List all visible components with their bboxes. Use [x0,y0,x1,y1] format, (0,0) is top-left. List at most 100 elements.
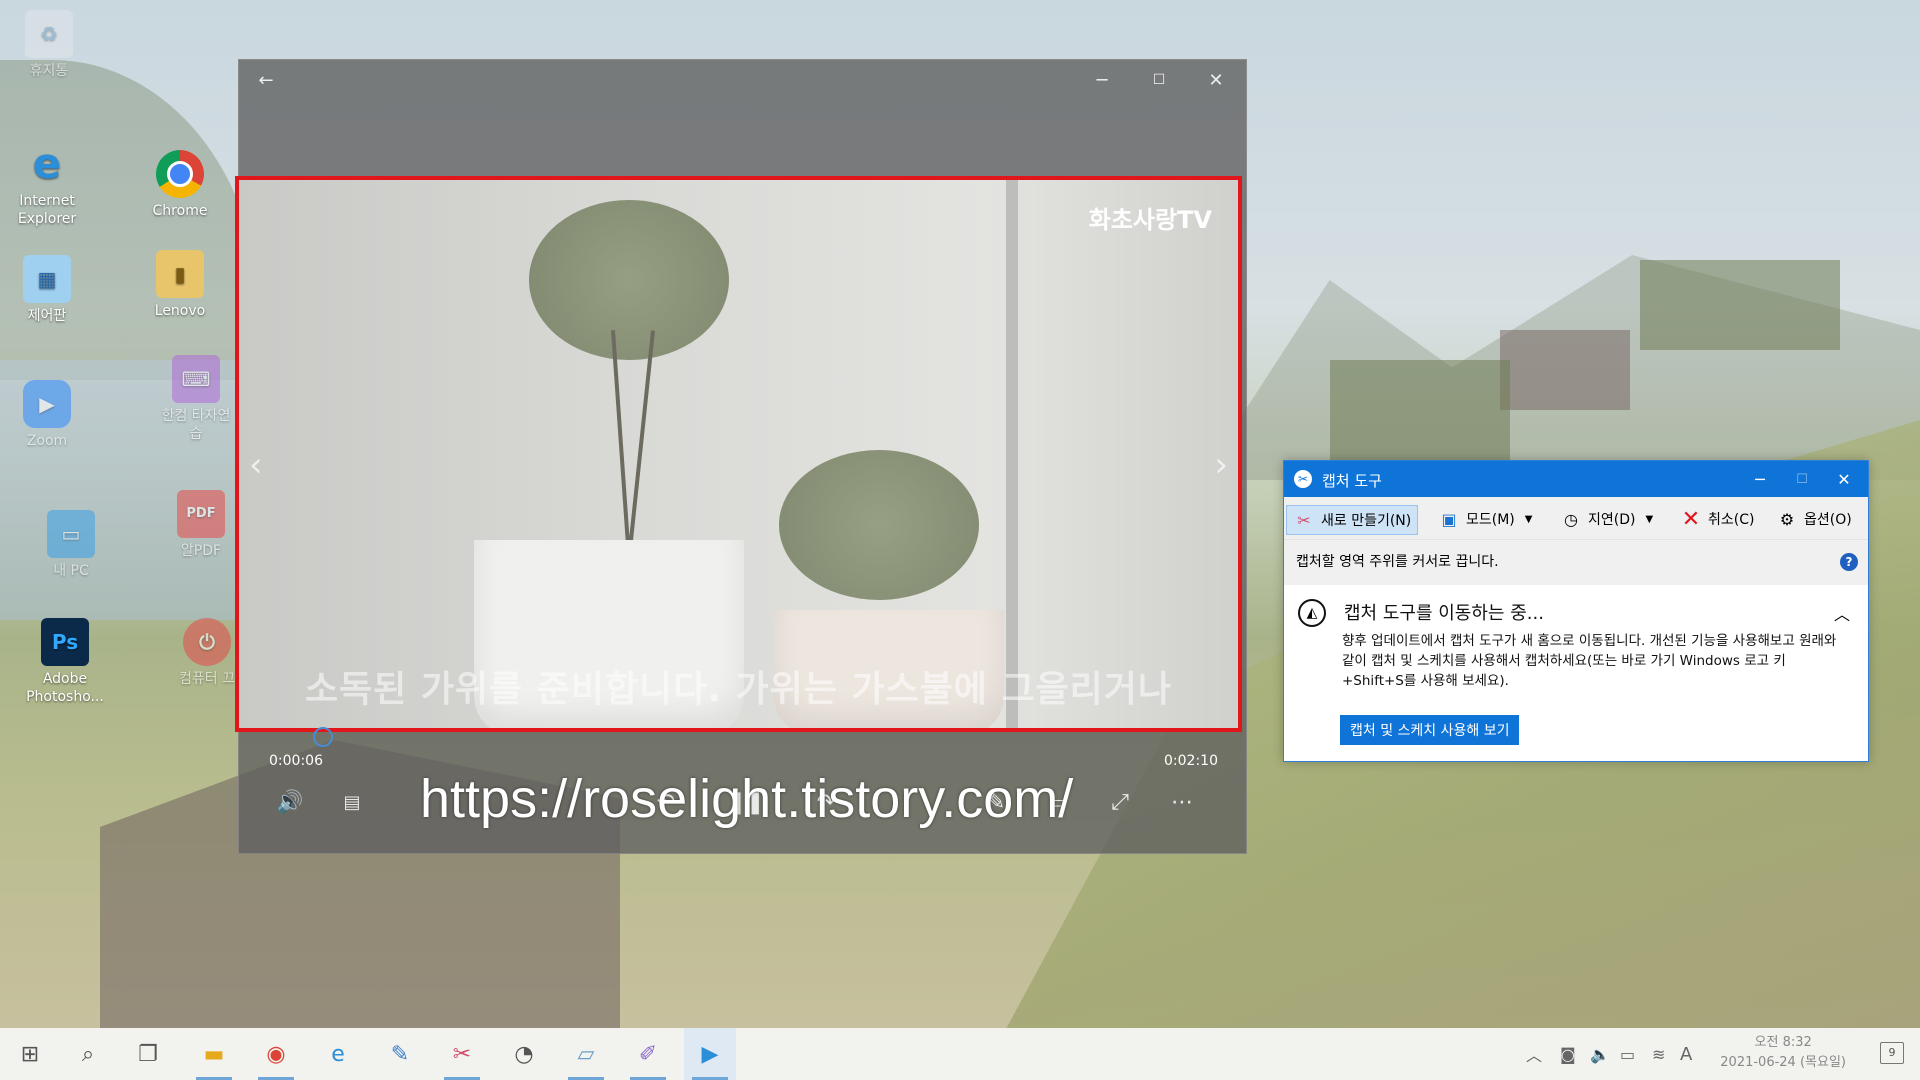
time-current: 0:00:06 [269,753,323,769]
lenovo-folder-icon: ▮ [156,250,204,298]
video-area[interactable]: 화초사랑TV 소독된 가위를 준비합니다. 가위는 가스불에 그을리거나 ‹ › [235,176,1242,732]
desktop-icon-label: 제어판 [27,308,67,324]
desktop-icon-photoshop[interactable]: Ps Adobe Photosho... [26,618,104,706]
video-plant-stem [626,330,656,560]
fullscreen-icon[interactable]: ⤢ [1103,785,1137,819]
volume-icon[interactable]: 🔊 [273,785,307,819]
desktop-icon-label: Zoom [26,433,68,449]
chevron-up-icon[interactable]: ︿ [1834,601,1850,625]
recycle-bin-icon: ♻ [25,10,73,58]
taskbar-clock[interactable]: 오전 8:32 2021-06-24 (목요일) [1720,1033,1846,1073]
desktop-icon-internet-explorer[interactable]: e Internet Explorer [8,140,86,228]
desktop-icon-label: Internet Explorer [17,193,77,227]
video-watermark: 화초사랑TV [1088,206,1212,234]
snip-delay-button[interactable]: ◷ 지연(D) ▼ [1560,505,1653,533]
video-wall-edge [1006,180,1018,728]
taskbar-ie-icon[interactable]: e [312,1028,364,1080]
desktop-icon-alpdf[interactable]: PDF 알PDF [162,490,240,560]
video-subtitle: 소독된 가위를 준비합니다. 가위는 가스불에 그을리거나 [304,669,1173,710]
desktop-icon-label: 알PDF [180,543,222,559]
desktop-icon-zoom[interactable]: ▶ Zoom [8,380,86,450]
snipping-tool-window: ✂ 캡처 도구 ─ ☐ ✕ ✂ 새로 만들기(N) ▣ 모드(M) ▼ ◷ 지연… [1283,460,1869,762]
snip-delay-label: 지연(D) [1588,512,1636,528]
url-watermark-overlay: https://roselight.tistory.com/ [420,769,1074,829]
snip-cancel-label: 취소(C) [1708,512,1755,528]
desktop-icon-recycle-bin[interactable]: ♻ 휴지통 [10,10,88,80]
snip-panel-title: 캡처 도구를 이동하는 중... [1344,603,1544,624]
snip-panel-body: 향후 업데이트에서 캡처 도구가 새 홈으로 이동됩니다. 개선된 기능을 사용… [1342,633,1837,689]
zoom-icon: ▶ [23,380,71,428]
snip-mode-button[interactable]: ▣ 모드(M) ▼ [1438,505,1532,533]
desktop-icon-lenovo[interactable]: ▮ Lenovo [141,250,219,320]
notepad-icon[interactable]: ✎ [374,1028,426,1080]
taskbar-chrome-icon[interactable]: ◉ [250,1028,302,1080]
gear-icon: ⚙ [1779,509,1795,529]
snip-close-button[interactable]: ✕ [1824,465,1864,493]
snip-sketch-icon: ◭ [1298,599,1326,627]
snip-minimize-button[interactable]: ─ [1740,465,1780,493]
snip-titlebar: ✂ 캡처 도구 ─ ☐ ✕ [1284,461,1868,497]
desktop-icon-hancom-typing[interactable]: ⌨ 한컴 타자연습 [157,355,235,443]
desktop-icon-control-panel[interactable]: ▦ 제어판 [8,255,86,325]
battery-icon[interactable]: ▭ [1620,1028,1635,1080]
close-button[interactable]: ✕ [1201,66,1231,94]
dropdown-arrow-icon: ▼ [1645,513,1654,525]
notification-center-icon[interactable]: 9 [1880,1042,1904,1064]
paint-icon[interactable]: ✐ [622,1028,674,1080]
more-options-icon[interactable]: ⋯ [1165,785,1199,819]
dropdown-arrow-icon: ▼ [1524,513,1533,525]
speaker-icon[interactable]: 🔈 [1590,1028,1610,1080]
clock-icon: ◷ [1564,509,1578,529]
windows-start-icon[interactable]: ⊞ [4,1028,56,1080]
player-titlebar: ← ─ ☐ ✕ [239,60,1246,100]
snip-migration-panel: ◭ 캡처 도구를 이동하는 중... ︿ 향후 업데이트에서 캡처 도구가 새 … [1284,585,1868,761]
desktop-icon-label: Lenovo [154,303,206,319]
cancel-x-icon: ✕ [1681,506,1701,532]
task-view-icon[interactable]: ❐ [122,1028,174,1080]
wallpaper-house [1330,360,1510,460]
scissors-icon: ✂ [1294,470,1312,488]
search-icon[interactable]: ⌕ [62,1028,114,1080]
this-pc-icon: ▭ [47,510,95,558]
snip-new-label: 새로 만들기(N) [1321,513,1412,529]
video-small-plant [779,450,979,600]
chevron-right-icon[interactable]: › [1214,445,1228,485]
tray-overflow-icon[interactable]: ︿ [1526,1028,1542,1080]
snip-cancel-button[interactable]: ✕ 취소(C) [1680,505,1755,533]
video-plant-foliage [529,200,729,360]
snip-title: 캡처 도구 [1322,472,1382,490]
desktop-icon-chrome[interactable]: Chrome [141,150,219,220]
snip-maximize-button[interactable]: ☐ [1782,465,1822,493]
media-player-icon[interactable]: ▶ [684,1028,736,1080]
try-snip-sketch-button[interactable]: 캡처 및 스케치 사용해 보기 [1340,715,1520,745]
snip-options-label: 옵션(O) [1804,512,1852,528]
snip-options-button[interactable]: ⚙ 옵션(O) [1776,505,1852,533]
desktop-icon-label: 휴지통 [29,63,69,79]
chrome-icon [156,150,204,198]
captions-icon[interactable]: ▤ [335,785,369,819]
photoshop-icon: Ps [41,618,89,666]
shutdown-icon: ⏻ [183,618,231,666]
desktop-icon-label: 한컴 타자연습 [161,408,231,442]
camera-icon[interactable]: ◙ [1560,1028,1576,1080]
seek-handle[interactable] [313,727,333,747]
desktop-icon-this-pc[interactable]: ▭ 내 PC [32,510,110,580]
internet-explorer-icon: e [32,139,62,188]
clock-app-icon[interactable]: ◔ [498,1028,550,1080]
notification-count: 9 [1888,1046,1896,1059]
photos-icon[interactable]: ▱ [560,1028,612,1080]
snip-new-button[interactable]: ✂ 새로 만들기(N) [1286,505,1419,535]
chevron-left-icon[interactable]: ‹ [249,445,263,485]
maximize-button[interactable]: ☐ [1144,66,1174,94]
file-explorer-icon[interactable]: ▬ [188,1028,240,1080]
help-icon[interactable]: ? [1840,553,1858,571]
taskbar-snipping-icon[interactable]: ✂ [436,1028,488,1080]
clock-date: 2021-06-24 (목요일) [1720,1055,1846,1070]
ime-indicator[interactable]: A [1680,1028,1692,1080]
minimize-button[interactable]: ─ [1087,66,1117,94]
wifi-icon[interactable]: ≋ [1652,1028,1665,1080]
arrow-left-icon[interactable]: ← [251,66,281,94]
media-player-window: ← ─ ☐ ✕ 화초사랑TV 소독된 가위를 준비합니다. 가위는 가스불에 그… [235,59,1247,854]
hancom-typing-icon: ⌨ [172,355,220,403]
rectangle-mode-icon: ▣ [1441,509,1457,529]
